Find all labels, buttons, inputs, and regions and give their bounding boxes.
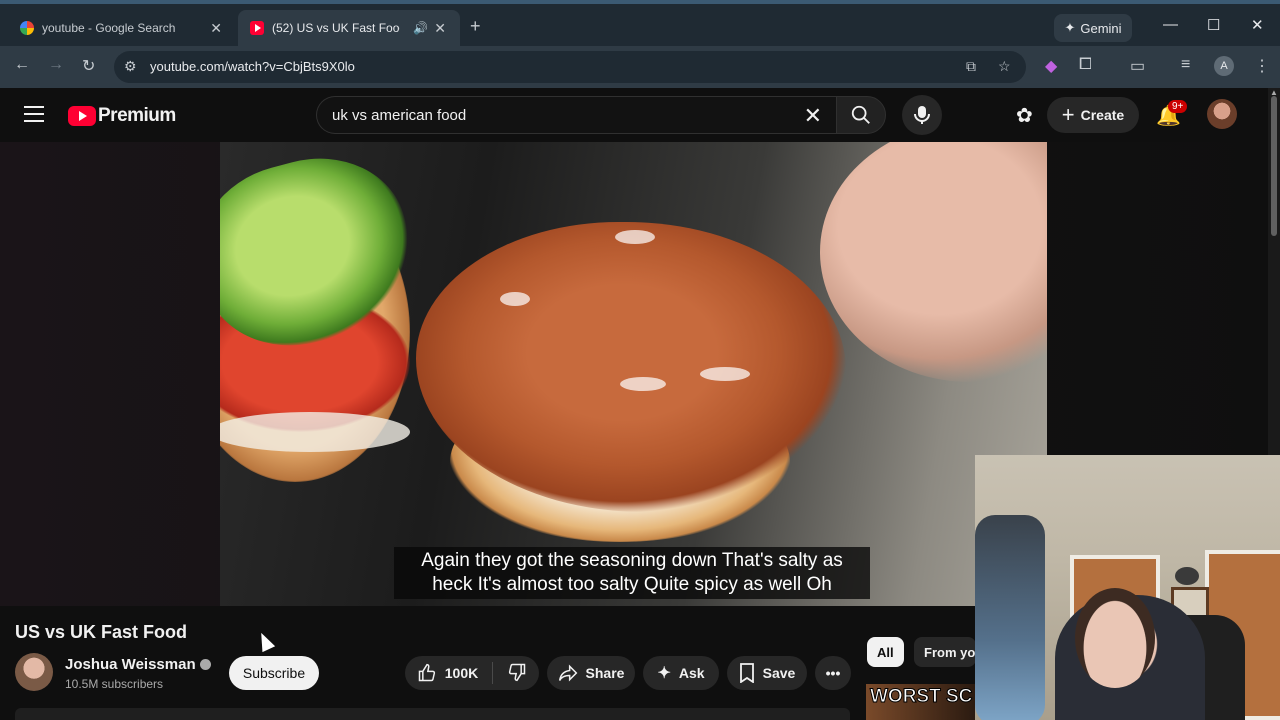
- search-input[interactable]: uk vs american food ✕: [316, 96, 836, 134]
- thumbs-up-icon: [418, 663, 435, 682]
- media-controls-icon[interactable]: ≡: [1181, 56, 1190, 74]
- ask-button[interactable]: ✦ Ask: [643, 656, 719, 690]
- share-arrow-icon: [558, 664, 577, 682]
- video-frame-seasoning: [500, 292, 530, 306]
- side-panel-icon[interactable]: ▭: [1130, 56, 1145, 76]
- logo-text: Premium: [98, 105, 176, 126]
- channel-avatar[interactable]: [15, 653, 53, 691]
- url-text: youtube.com/watch?v=CbjBts9X0lo: [150, 59, 355, 74]
- caption-line: Again they got the seasoning down That's…: [421, 550, 843, 571]
- bookmark-icon: [739, 663, 754, 683]
- mouse-cursor-icon: [254, 629, 276, 653]
- channel-name[interactable]: Joshua Weissman: [65, 656, 211, 673]
- maximize-icon[interactable]: ☐: [1207, 16, 1220, 34]
- new-tab-button[interactable]: +: [470, 16, 481, 37]
- subscribe-button[interactable]: Subscribe: [229, 656, 319, 690]
- video-player[interactable]: [220, 142, 1047, 606]
- clear-search-icon[interactable]: ✕: [804, 103, 822, 129]
- recommended-video-thumbnail[interactable]: WORST SC: [866, 684, 976, 720]
- like-dislike-group: 100K: [405, 656, 539, 690]
- video-frame-seasoning: [615, 230, 655, 244]
- video-frame-seasoning: [620, 377, 666, 391]
- save-label: Save: [762, 665, 796, 681]
- back-arrow-icon[interactable]: ←: [14, 56, 30, 74]
- webcam-headset-stand: [975, 515, 1045, 720]
- tab-google-search[interactable]: youtube - Google Search ✕: [8, 10, 236, 46]
- divider: [492, 662, 494, 684]
- site-info-icon[interactable]: ⚙: [124, 58, 137, 75]
- browser-window: youtube - Google Search ✕ (52) US vs UK …: [0, 0, 1280, 720]
- like-button[interactable]: 100K: [417, 663, 478, 683]
- speaker-icon[interactable]: 🔊: [413, 21, 428, 35]
- save-button[interactable]: Save: [727, 656, 807, 690]
- subscriber-count: 10.5M subscribers: [65, 677, 164, 691]
- microphone-icon: [914, 106, 930, 124]
- video-frame-sauce: [220, 412, 410, 452]
- search-query: uk vs american food: [332, 107, 467, 124]
- webcam-wall-clock: [1175, 567, 1199, 585]
- video-frame-seasoning: [700, 367, 750, 381]
- create-label: Create: [1080, 107, 1125, 123]
- tab-strip: youtube - Google Search ✕ (52) US vs UK …: [0, 0, 1280, 46]
- thumbs-down-icon: [509, 663, 526, 681]
- tab-title: (52) US vs UK Fast Food - Y: [272, 21, 400, 35]
- hamburger-menu-icon[interactable]: [24, 106, 44, 122]
- create-sparkle-icon[interactable]: ✿: [1016, 103, 1033, 128]
- verified-check-icon: [199, 659, 211, 670]
- forward-arrow-icon[interactable]: →: [48, 56, 64, 74]
- search-icon: [851, 105, 870, 124]
- profile-avatar[interactable]: A: [1214, 56, 1234, 76]
- share-button[interactable]: Share: [547, 656, 635, 690]
- webcam-person-head: [1075, 588, 1155, 688]
- scrollbar-thumb[interactable]: [1271, 96, 1277, 236]
- channel-name-text: Joshua Weissman: [65, 656, 196, 673]
- like-count: 100K: [444, 665, 479, 681]
- sparkle-icon: ✦: [657, 665, 671, 682]
- browser-toolbar: ← → ↻ ⚙ youtube.com/watch?v=CbjBts9X0lo …: [0, 46, 1280, 88]
- notification-badge: 9+: [1168, 100, 1188, 113]
- reload-icon[interactable]: ↻: [82, 56, 95, 76]
- video-title: US vs UK Fast Food: [15, 622, 188, 642]
- menu-kebab-icon[interactable]: ⋮: [1254, 56, 1270, 76]
- extension-app-icon[interactable]: ◆: [1045, 56, 1057, 76]
- webcam-overlay: [975, 455, 1280, 720]
- ask-label: Ask: [678, 665, 705, 681]
- extensions-puzzle-icon[interactable]: ⧠: [1079, 56, 1092, 74]
- address-bar[interactable]: ⚙ youtube.com/watch?v=CbjBts9X0lo ⧉ ☆: [114, 51, 1026, 83]
- close-window-icon[interactable]: ✕: [1251, 16, 1264, 34]
- youtube-premium-logo[interactable]: Premium: [68, 105, 176, 127]
- youtube-play-icon: [68, 106, 96, 126]
- description-box-edge: [15, 708, 850, 720]
- chip-from-you[interactable]: From you: [914, 637, 976, 667]
- tab-youtube-video[interactable]: (52) US vs UK Fast Food - Y 🔊 ✕: [238, 10, 460, 46]
- dislike-button[interactable]: [507, 662, 527, 685]
- sparkle-icon: ✦: [1064, 20, 1076, 35]
- bookmark-star-icon[interactable]: ☆: [998, 58, 1011, 75]
- search-button[interactable]: [836, 96, 886, 134]
- minimize-icon[interactable]: —: [1163, 16, 1178, 33]
- voice-search-button[interactable]: [902, 95, 942, 135]
- gemini-label: Gemini: [1080, 20, 1122, 36]
- gemini-button[interactable]: ✦ Gemini: [1054, 14, 1132, 42]
- plus-icon: +: [1061, 102, 1075, 127]
- youtube-masthead: Premium uk vs american food ✕ ✿ + Create…: [0, 88, 1268, 142]
- video-frame-hand: [820, 142, 1047, 382]
- share-label: Share: [585, 665, 625, 681]
- close-tab-icon[interactable]: ✕: [434, 20, 446, 37]
- more-actions-button[interactable]: •••: [815, 656, 851, 690]
- account-avatar[interactable]: [1207, 99, 1237, 129]
- tab-title: youtube - Google Search: [42, 21, 176, 35]
- youtube-favicon-icon: [250, 21, 264, 35]
- more-dots-icon: •••: [825, 665, 841, 681]
- caption-line: heck It's almost too salty Quite spicy a…: [432, 574, 832, 595]
- google-favicon-icon: [20, 21, 34, 35]
- install-app-icon[interactable]: ⧉: [966, 58, 976, 75]
- thumbnail-text: WORST SC: [869, 686, 973, 708]
- create-button[interactable]: + Create: [1047, 97, 1139, 133]
- chip-all[interactable]: All: [867, 637, 904, 667]
- closed-caption: Again they got the seasoning down That's…: [394, 547, 870, 599]
- close-tab-icon[interactable]: ✕: [210, 20, 222, 37]
